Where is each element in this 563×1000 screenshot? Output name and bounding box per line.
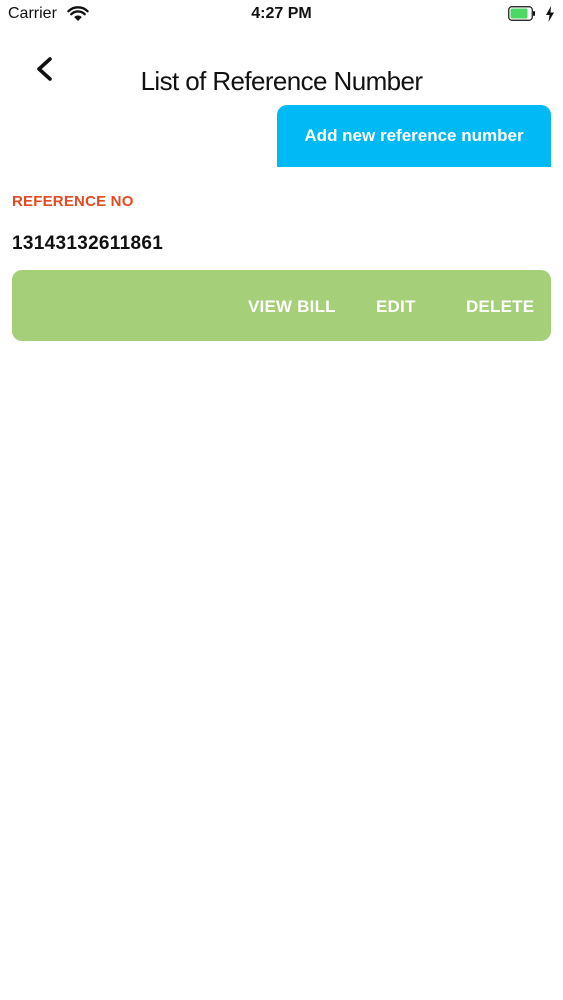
charging-bolt-icon bbox=[546, 6, 554, 22]
page-title: List of Reference Number bbox=[140, 66, 423, 96]
edit-button[interactable]: EDIT bbox=[376, 297, 416, 317]
reference-number: 13143132611861 bbox=[12, 233, 164, 254]
status-bar: Carrier 4:27 PM bbox=[0, 0, 563, 30]
delete-button[interactable]: DELETE bbox=[466, 297, 534, 317]
status-time: 4:27 PM bbox=[251, 5, 312, 22]
reference-action-bar: VIEW BILL EDIT DELETE bbox=[12, 270, 551, 341]
battery-icon bbox=[508, 6, 535, 21]
reference-no-label: REFERENCE NO bbox=[12, 193, 134, 210]
add-reference-button[interactable]: Add new reference number bbox=[277, 105, 551, 167]
view-bill-button[interactable]: VIEW BILL bbox=[248, 297, 336, 317]
